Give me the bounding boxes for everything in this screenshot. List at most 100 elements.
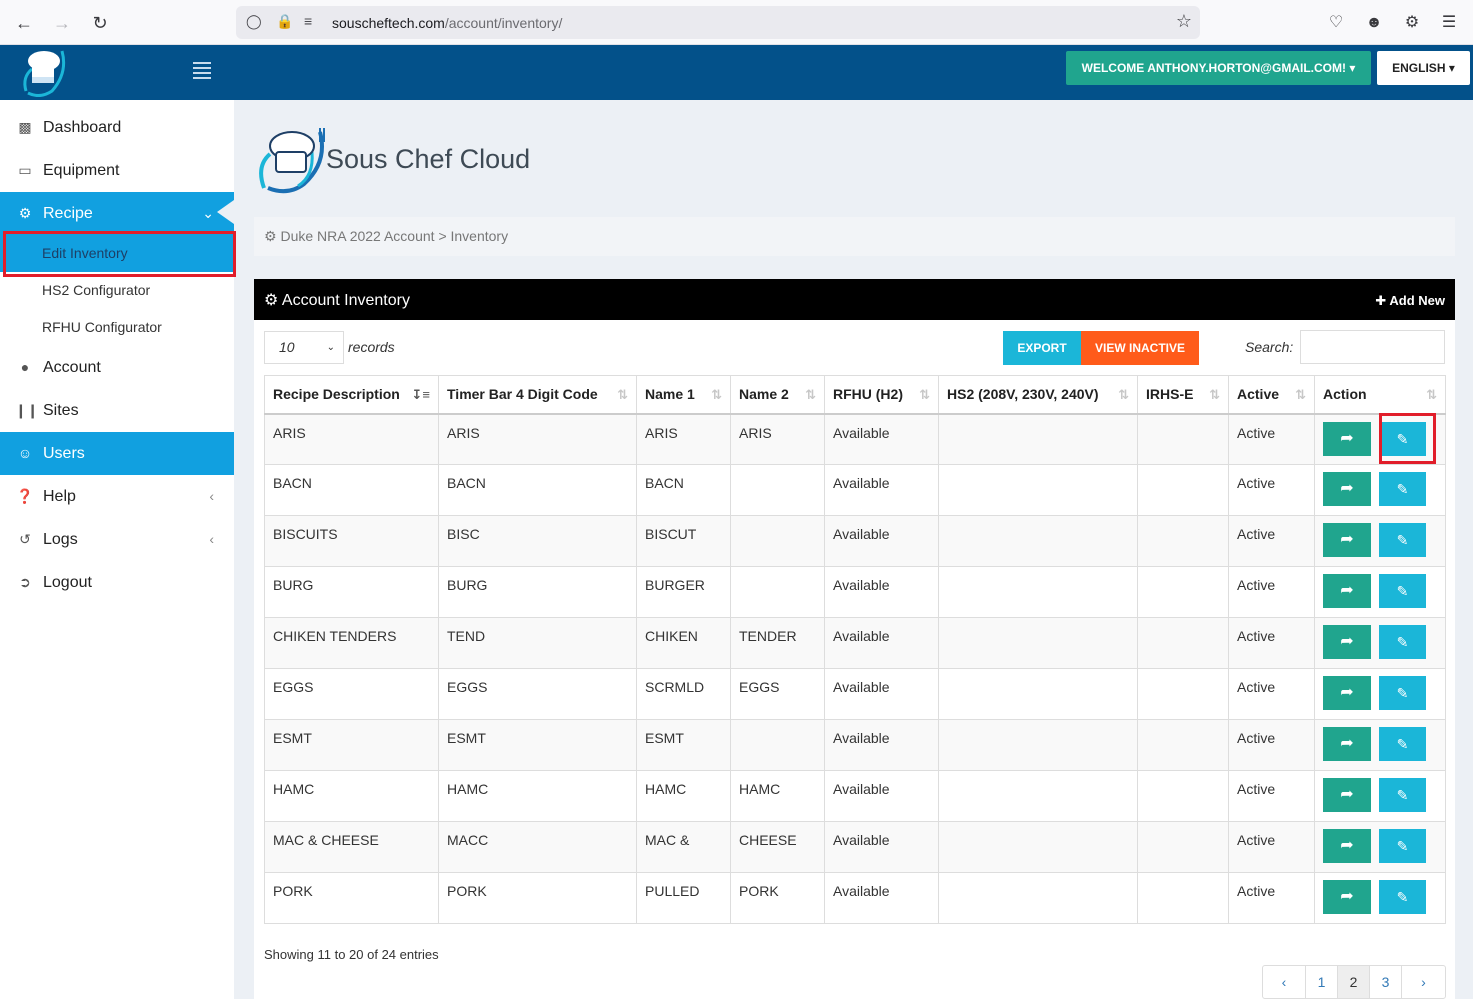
column-header[interactable]: Name 1 ⇅	[636, 375, 731, 415]
share-icon: ➦	[1340, 480, 1354, 497]
share-button[interactable]: ➦	[1323, 727, 1371, 761]
edit-button[interactable]: ✎	[1379, 523, 1426, 557]
edit-button[interactable]: ✎	[1379, 574, 1426, 608]
edit-button[interactable]: ✎	[1379, 880, 1426, 914]
table-cell: Active	[1228, 515, 1315, 567]
edit-button[interactable]: ✎	[1379, 829, 1426, 863]
site-settings-icon: ≡	[304, 13, 313, 29]
sidebar-item-equipment[interactable]: ▭ Equipment	[0, 149, 234, 192]
share-icon: ➦	[1340, 582, 1354, 599]
share-button[interactable]: ➦	[1323, 676, 1371, 710]
sidebar-item-logout[interactable]: ➲ Logout	[0, 561, 234, 604]
table-cell	[730, 464, 825, 516]
column-header-label: Name 2	[739, 386, 789, 403]
table-cell: EGGS	[438, 668, 637, 720]
column-header[interactable]: IRHS-E ⇅	[1137, 375, 1229, 415]
sidebar-item-sites[interactable]: ❙❙ Sites	[0, 389, 234, 432]
edit-button[interactable]: ✎	[1379, 472, 1426, 506]
column-header[interactable]: Timer Bar 4 Digit Code ⇅	[438, 375, 637, 415]
table-cell	[938, 566, 1138, 618]
records-per-page-select[interactable]: 10 ⌄	[264, 331, 344, 364]
sidebar-item-account[interactable]: ● Account	[0, 346, 234, 389]
pagination-page-2[interactable]: 2	[1338, 966, 1370, 998]
address-bar[interactable]: ◯ 🔒 ≡ souscheftech.com/account/inventory…	[236, 6, 1200, 39]
back-icon[interactable]: ←	[11, 10, 37, 36]
pencil-icon: ✎	[1396, 787, 1409, 803]
pocket-icon[interactable]: ♡	[1325, 12, 1347, 34]
sidebar-active-notch	[217, 200, 234, 224]
table-cell	[1137, 872, 1229, 924]
chef-hat-logo-icon	[23, 50, 66, 97]
welcome-user-dropdown[interactable]: WELCOME ANTHONY.HORTON@GMAIL.COM! ▾	[1066, 51, 1371, 85]
pencil-icon: ✎	[1396, 481, 1409, 497]
history-icon: ↺	[19, 531, 31, 547]
share-icon: ➦	[1340, 429, 1354, 447]
share-button[interactable]: ➦	[1323, 778, 1371, 812]
share-button[interactable]: ➦	[1323, 421, 1371, 456]
add-new-button[interactable]: ✚ Add New	[1375, 293, 1445, 309]
menu-icon[interactable]: ☰	[1438, 12, 1460, 34]
search-input[interactable]	[1300, 330, 1445, 364]
language-dropdown[interactable]: ENGLISH ▾	[1377, 51, 1470, 85]
table-cell: MAC & CHEESE	[264, 821, 439, 873]
share-button[interactable]: ➦	[1323, 829, 1371, 863]
table-cell	[1137, 719, 1229, 771]
pagination-page-3[interactable]: 3	[1370, 966, 1402, 998]
table-cell: Active	[1228, 566, 1315, 618]
pencil-icon: ✎	[1396, 736, 1409, 752]
pagination-next[interactable]: ›	[1402, 966, 1445, 998]
sort-icon: ⇅	[711, 387, 722, 402]
panel-header: ⚙ Account Inventory ✚ Add New	[254, 279, 1455, 320]
sidebar-item-logs[interactable]: ↺ Logs ‹	[0, 518, 234, 561]
sidebar-item-users[interactable]: ☺ Users	[0, 432, 234, 475]
table-cell: BISCUT	[636, 515, 731, 567]
share-button[interactable]: ➦	[1323, 625, 1371, 659]
edit-button[interactable]: ✎	[1379, 625, 1426, 659]
edit-button[interactable]: ✎	[1379, 727, 1426, 761]
table-cell: Available	[824, 668, 939, 720]
share-button[interactable]: ➦	[1323, 880, 1371, 914]
table-cell	[938, 719, 1138, 771]
sidebar-item-label: Users	[43, 445, 85, 462]
view-inactive-button[interactable]: VIEW INACTIVE	[1081, 331, 1199, 365]
column-header[interactable]: Active ⇅	[1228, 375, 1315, 415]
column-header[interactable]: RFHU (H2) ⇅	[824, 375, 939, 415]
column-header[interactable]: Action ⇅	[1314, 375, 1446, 415]
sidebar-item-recipe[interactable]: ⚙ Recipe ⌄	[0, 192, 234, 235]
table-row: HAMC HAMC HAMC HAMC Available Active ➦ ✎	[264, 770, 1446, 822]
sidebar-item-dashboard[interactable]: ▩ Dashboard	[0, 106, 234, 149]
share-icon: ➦	[1340, 786, 1354, 803]
column-header[interactable]: Recipe Description ↧≡	[264, 375, 439, 415]
edit-button[interactable]: ✎	[1379, 778, 1426, 812]
column-header-label: IRHS-E	[1146, 386, 1194, 403]
column-header[interactable]: Name 2 ⇅	[730, 375, 825, 415]
sidebar-subitem-hs2-configurator[interactable]: HS2 Configurator	[0, 272, 234, 309]
reload-icon[interactable]: ↻	[87, 10, 113, 36]
bookmark-star-icon[interactable]: ☆	[1176, 11, 1192, 32]
forward-icon[interactable]: →	[49, 10, 75, 36]
table-cell	[938, 413, 1138, 465]
highlight-edit-inventory	[3, 231, 236, 277]
table-cell: ESMT	[438, 719, 637, 771]
pagination-page-1[interactable]: 1	[1306, 966, 1338, 998]
share-button[interactable]: ➦	[1323, 574, 1371, 608]
table-cell: ESMT	[636, 719, 731, 771]
table-cell	[938, 821, 1138, 873]
lock-icon: 🔒	[276, 13, 294, 29]
table-row: ESMT ESMT ESMT Available Active ➦ ✎	[264, 719, 1446, 771]
table-cell: Active	[1228, 770, 1315, 822]
edit-button[interactable]: ✎	[1379, 676, 1426, 710]
export-button[interactable]: EXPORT	[1003, 331, 1081, 365]
sidebar-item-help[interactable]: ❓ Help ‹	[0, 475, 234, 518]
pagination-prev[interactable]: ‹	[1263, 966, 1306, 998]
sidebar-subitem-rfhu-configurator[interactable]: RFHU Configurator	[0, 309, 234, 346]
share-button[interactable]: ➦	[1323, 472, 1371, 506]
column-header[interactable]: HS2 (208V, 230V, 240V) ⇅	[938, 375, 1138, 415]
search-label: Search:	[1245, 339, 1294, 355]
table-cell: HAMC	[730, 770, 825, 822]
sidebar-toggle-icon[interactable]	[193, 62, 211, 80]
share-button[interactable]: ➦	[1323, 523, 1371, 557]
utensils-icon: ❙❙	[15, 402, 39, 418]
extensions-icon[interactable]: ⚙	[1401, 12, 1423, 34]
account-icon[interactable]: ☻	[1363, 12, 1385, 34]
